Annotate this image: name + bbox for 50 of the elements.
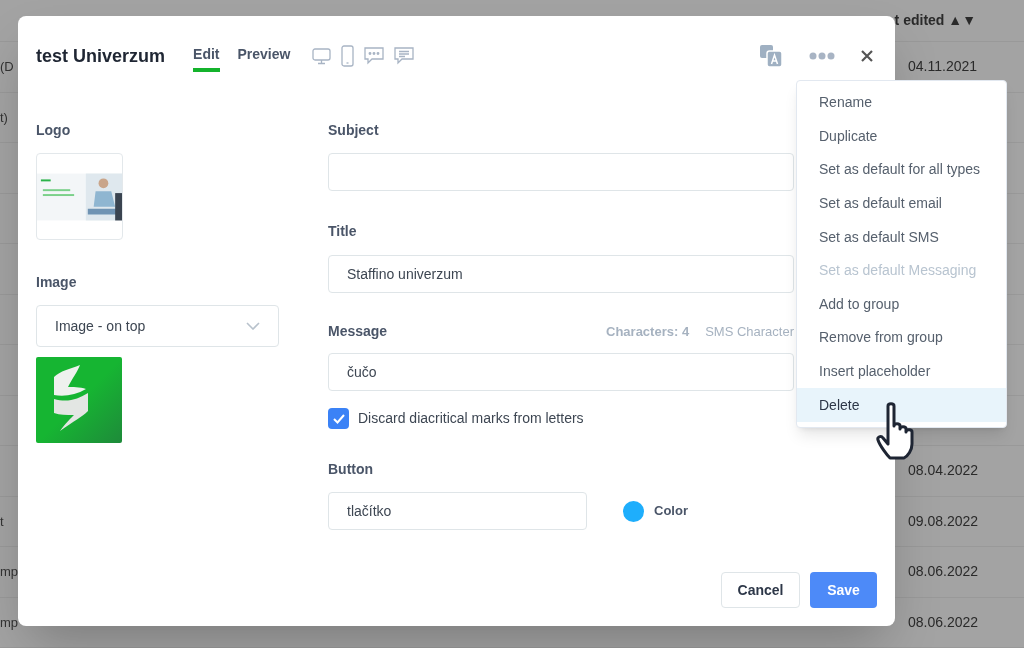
button-label: Button: [328, 460, 374, 479]
title-label: Title: [328, 222, 357, 241]
menu-item[interactable]: Duplicate: [797, 119, 1006, 154]
logo-label: Logo: [36, 121, 71, 140]
image-label: Image: [36, 273, 77, 292]
table-cell-text: mp: [0, 613, 19, 632]
close-icon[interactable]: [861, 50, 873, 62]
menu-item[interactable]: Set as default SMS: [797, 220, 1006, 254]
title-field[interactable]: Staffino univerzum: [328, 255, 794, 293]
message-field[interactable]: čučo: [328, 353, 794, 391]
checkbox[interactable]: [328, 408, 349, 429]
sms-character-count: SMS Character: [705, 322, 794, 341]
table-cell-text: 09.08.2022: [908, 511, 980, 531]
table-cell-text: (D: [0, 58, 14, 76]
menu-item[interactable]: Set as default email: [797, 186, 1006, 221]
logo-icon: [36, 357, 122, 443]
image-position-select[interactable]: Image - on top: [36, 305, 279, 347]
cancel-button[interactable]: Cancel: [721, 572, 800, 608]
message-label: Message: [328, 322, 388, 341]
chat-bubble-icon[interactable]: [364, 47, 385, 65]
menu-item[interactable]: Set as default for all types: [797, 153, 1006, 187]
menu-item[interactable]: Insert placeholder: [797, 354, 1006, 389]
message-icon[interactable]: [394, 47, 415, 65]
checkmark-icon: [332, 413, 345, 424]
table-cell-text: t): [0, 108, 8, 127]
subject-label: Subject: [328, 121, 379, 140]
table-cell-text: mp: [0, 563, 19, 581]
subject-field[interactable]: [328, 153, 794, 191]
tab[interactable]: Preview: [237, 40, 291, 72]
column-header[interactable]: t edited ▲▼: [894, 10, 976, 31]
checkbox-label: Discard diacritical marks from letters: [358, 409, 584, 428]
menu-item[interactable]: Rename: [797, 86, 1006, 120]
menu-item[interactable]: Add to group: [797, 287, 1006, 322]
table-cell-text: t: [0, 512, 4, 531]
menu-item[interactable]: Delete: [797, 388, 1006, 422]
chevron-down-icon: [246, 322, 260, 330]
button-text-field[interactable]: tlačítko: [328, 492, 587, 530]
mobile-icon[interactable]: [341, 45, 355, 67]
table-cell-text: 04.11.2021: [908, 57, 979, 77]
table-cell-text: 08.06.2022: [908, 612, 980, 632]
table-cell-text: 08.06.2022: [908, 562, 980, 582]
character-count: Characters: 4: [606, 322, 690, 341]
more-icon[interactable]: [809, 52, 835, 60]
tab[interactable]: Edit: [193, 40, 220, 72]
translate-icon[interactable]: [759, 44, 783, 68]
table-cell-text: 08.04.2022: [908, 461, 980, 481]
dialog-title: test Univerzum: [36, 44, 166, 68]
color-label: Color: [654, 502, 688, 521]
desktop-icon[interactable]: [312, 47, 332, 65]
menu-item[interactable]: Remove from group: [797, 321, 1006, 355]
